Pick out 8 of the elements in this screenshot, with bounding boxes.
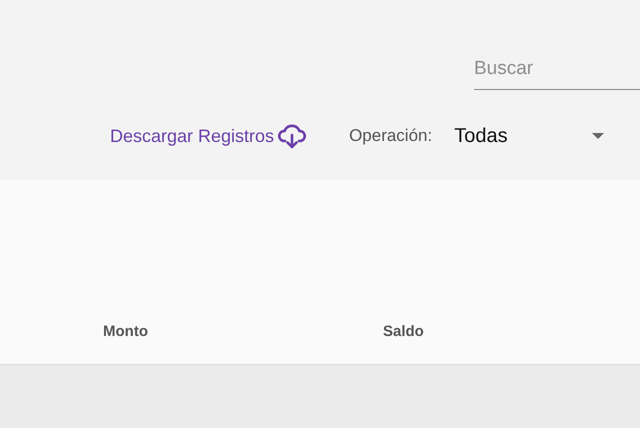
column-header: Saldo (383, 323, 425, 340)
operation-label: Operación: (349, 126, 432, 146)
cloud-download-icon[interactable] (278, 123, 306, 149)
column-header: Monto (103, 323, 149, 340)
caret-icon (592, 133, 604, 139)
download-link[interactable]: Descargar Registros (110, 126, 274, 146)
search-field[interactable]: Buscar (474, 52, 640, 90)
operation-select[interactable]: Todas (454, 124, 604, 148)
